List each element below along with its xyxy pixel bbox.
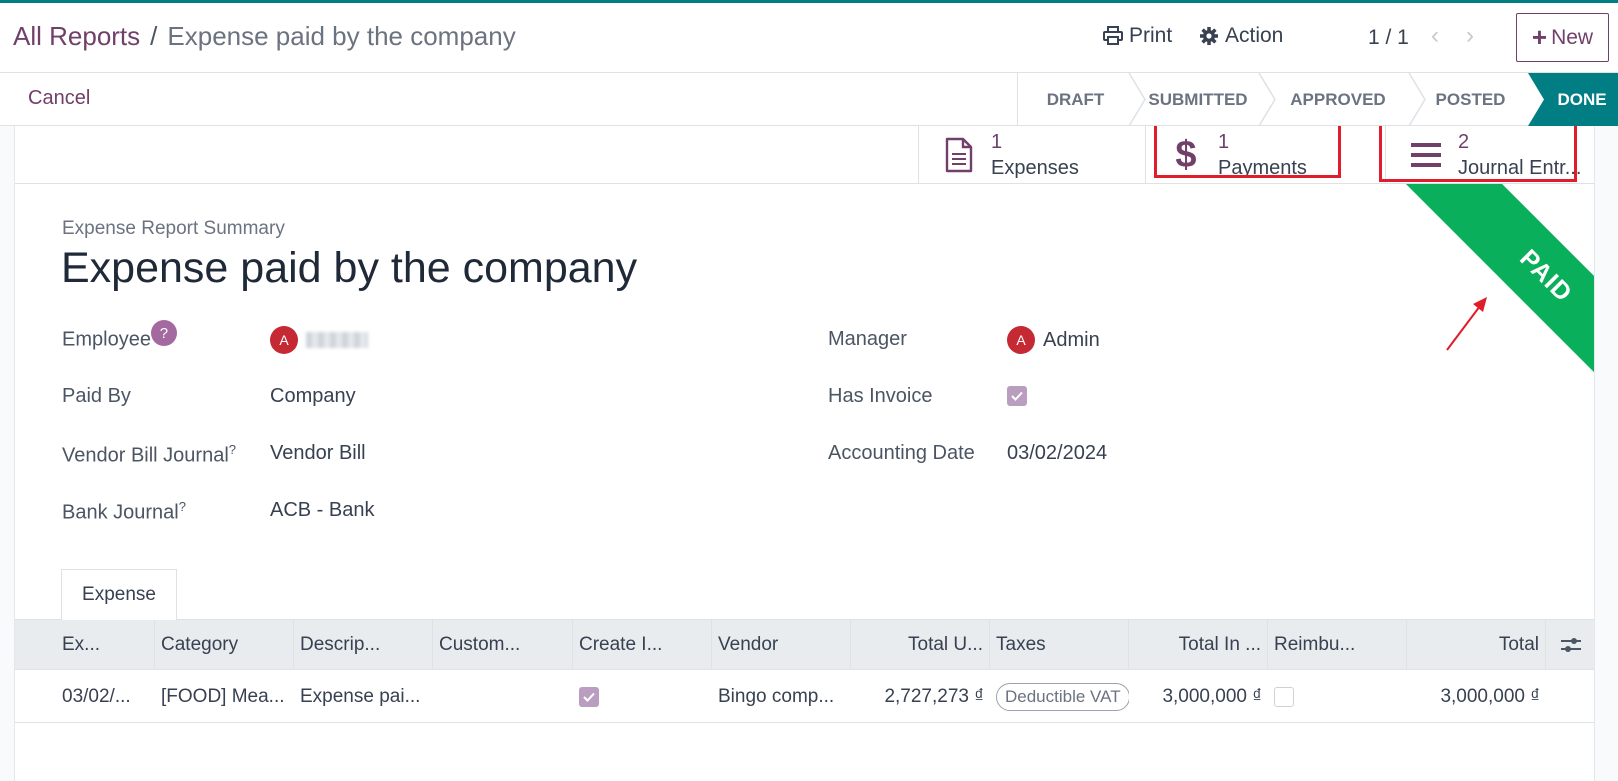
help-icon[interactable]: ?	[179, 499, 186, 514]
has-invoice-checkbox[interactable]	[1007, 386, 1027, 406]
report-title[interactable]: Expense paid by the company	[61, 244, 637, 293]
breadcrumb-all-reports[interactable]: All Reports	[13, 21, 140, 51]
help-icon[interactable]: ?	[229, 442, 236, 457]
journal-entries-highlight-box	[1379, 126, 1577, 182]
paid-by-value[interactable]: Company	[270, 385, 356, 408]
manager-field[interactable]: A Admin	[1007, 326, 1100, 354]
cancel-button[interactable]: Cancel	[28, 87, 90, 110]
has-invoice-label: Has Invoice	[828, 385, 933, 407]
table-row[interactable]: 03/02/... [FOOD] Mea... Expense pai... B…	[15, 670, 1594, 723]
column-total-incl[interactable]: Total In ...	[1129, 620, 1268, 670]
action-button[interactable]: Action	[1199, 24, 1283, 48]
new-label: New	[1551, 25, 1594, 49]
column-expense-date[interactable]: Ex...	[15, 620, 155, 670]
new-button[interactable]: + New	[1516, 13, 1609, 62]
table-header: Ex... Category Descrip... Custom... Crea…	[15, 620, 1594, 670]
paid-ribbon: PAID	[1396, 184, 1594, 394]
form-subtitle: Expense Report Summary	[62, 218, 285, 239]
cell-category: [FOOD] Mea...	[161, 685, 285, 707]
cell-customer	[433, 670, 573, 723]
cell-create-invoice	[573, 670, 712, 723]
pager-previous-icon[interactable]: ‹	[1431, 22, 1439, 50]
paid-by-label: Paid By	[62, 385, 131, 407]
pager-value[interactable]: 1 / 1	[1368, 26, 1409, 50]
annotation-arrow-icon	[1446, 297, 1487, 351]
breadcrumb-separator: /	[150, 21, 158, 51]
employee-field[interactable]: A	[270, 326, 368, 354]
manager-label: Manager	[828, 328, 907, 350]
manager-avatar: A	[1007, 326, 1035, 354]
employee-label-text: Employee	[62, 328, 151, 351]
accounting-date-label: Accounting Date	[828, 442, 975, 464]
bank-journal-label-text: Bank Journal	[62, 501, 179, 524]
vendor-bill-journal-label: Vendor Bill Journal?	[62, 442, 236, 468]
status-bar: Cancel DRAFT SUBMITTED APPROVED POSTED D…	[0, 73, 1618, 126]
column-reimbursed[interactable]: Reimbu...	[1268, 620, 1407, 670]
column-settings-icon[interactable]	[1546, 620, 1594, 670]
tax-tag[interactable]: Deductible VAT	[996, 682, 1129, 711]
breadcrumb-current: Expense paid by the company	[167, 21, 516, 51]
vendor-bill-journal-label-text: Vendor Bill Journal	[62, 444, 229, 467]
manager-value: Admin	[1043, 328, 1100, 351]
print-icon	[1103, 26, 1123, 45]
cell-taxes: Deductible VAT	[990, 670, 1129, 723]
gear-icon	[1200, 27, 1218, 45]
employee-avatar: A	[270, 326, 298, 354]
plus-icon: +	[1531, 22, 1548, 52]
cell-total-incl: 3,000,000 ₫	[1162, 685, 1262, 707]
expenses-label: Expenses	[991, 157, 1079, 179]
bank-journal-label: Bank Journal?	[62, 499, 186, 525]
vendor-bill-journal-value[interactable]: Vendor Bill	[270, 442, 366, 465]
accounting-date-value[interactable]: 03/02/2024	[1007, 442, 1107, 465]
employee-name-redacted	[306, 332, 368, 348]
tab-expense[interactable]: Expense	[61, 569, 177, 620]
checkmark-icon	[1007, 386, 1027, 406]
help-icon[interactable]: ?	[150, 320, 177, 346]
stage-submitted[interactable]: SUBMITTED	[1133, 73, 1263, 126]
column-customer[interactable]: Custom...	[433, 620, 573, 670]
stage-approved[interactable]: APPROVED	[1263, 73, 1413, 126]
cell-total-untaxed: 2,727,273 ₫	[884, 685, 984, 707]
employee-label: Employee?	[62, 320, 177, 354]
cell-description: Expense pai...	[300, 685, 421, 707]
stage-draft[interactable]: DRAFT	[1017, 73, 1133, 126]
column-total[interactable]: Total	[1407, 620, 1546, 670]
column-category[interactable]: Category	[155, 620, 294, 670]
payments-highlight-box	[1154, 126, 1341, 178]
column-taxes[interactable]: Taxes	[990, 620, 1129, 670]
reimbursed-checkbox[interactable]	[1274, 686, 1294, 707]
paid-ribbon-text: PAID	[1405, 184, 1594, 394]
column-vendor[interactable]: Vendor	[712, 620, 851, 670]
stage-posted[interactable]: POSTED	[1413, 73, 1528, 126]
pager-next-icon[interactable]: ›	[1466, 22, 1474, 50]
stage-done[interactable]: DONE	[1528, 73, 1618, 126]
cell-date: 03/02/...	[62, 685, 131, 707]
smart-button-box: 1 Expenses $ 1 Payments 2 Journal Entr..…	[15, 126, 1594, 184]
expenses-count: 1	[991, 131, 1003, 153]
control-panel: All Reports / Expense paid by the company …	[0, 3, 1618, 73]
cell-vendor: Bingo comp...	[718, 685, 835, 707]
bank-journal-value[interactable]: ACB - Bank	[270, 499, 374, 522]
column-description[interactable]: Descrip...	[294, 620, 433, 670]
breadcrumb: All Reports / Expense paid by the company	[13, 21, 516, 52]
print-label: Print	[1129, 24, 1173, 47]
column-total-untaxed[interactable]: Total U...	[851, 620, 990, 670]
document-icon	[939, 137, 979, 173]
cell-total: 3,000,000 ₫	[1440, 685, 1540, 707]
column-create-invoice[interactable]: Create I...	[573, 620, 712, 670]
expenses-smart-button[interactable]: 1 Expenses	[918, 126, 1145, 184]
action-label: Action	[1225, 24, 1284, 47]
form-sheet: 1 Expenses $ 1 Payments 2 Journal Entr..…	[14, 126, 1595, 781]
print-button[interactable]: Print	[1103, 24, 1172, 48]
cell-reimbursed	[1268, 670, 1407, 723]
checkmark-icon[interactable]	[579, 686, 599, 707]
